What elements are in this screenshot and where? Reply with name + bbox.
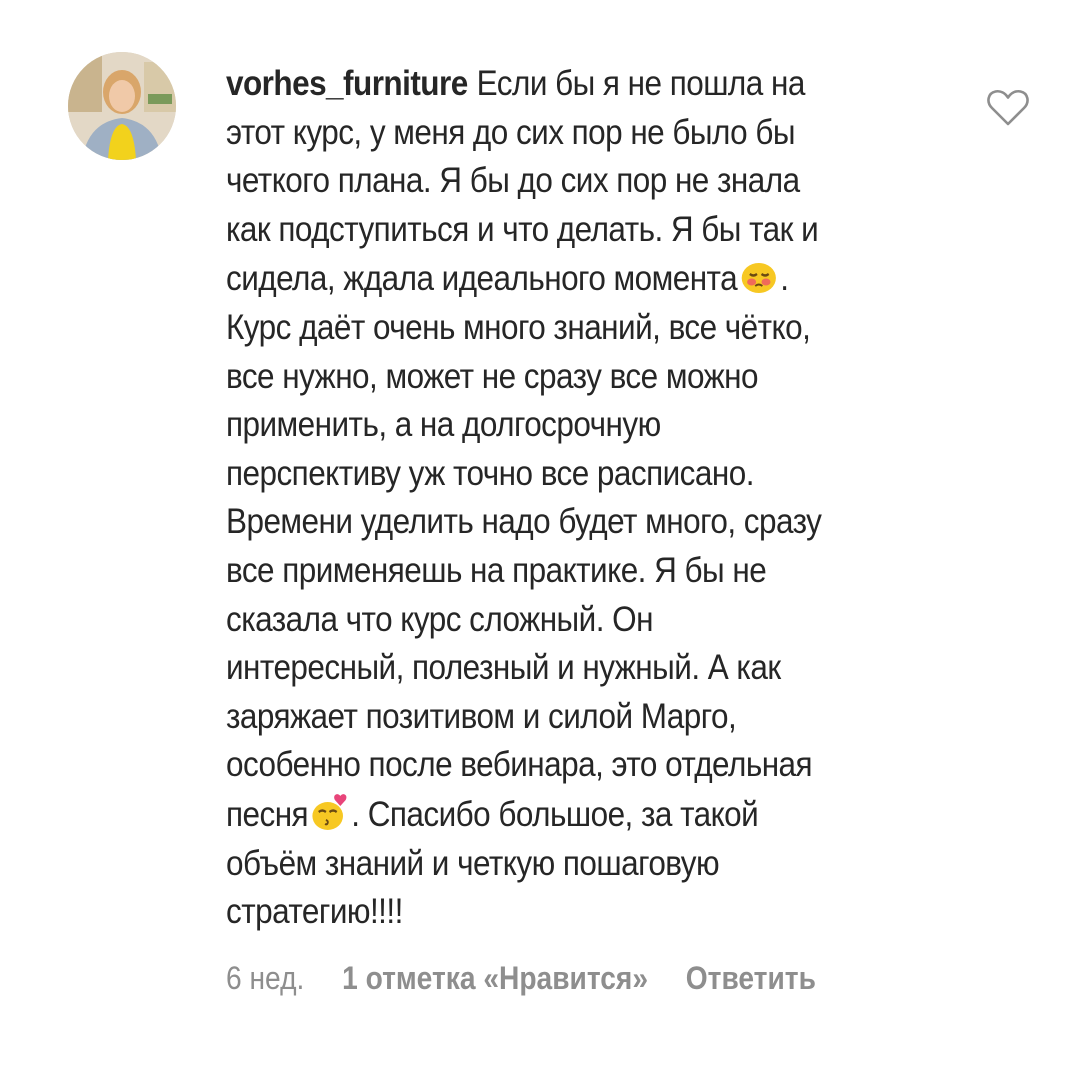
avatar[interactable] bbox=[68, 52, 176, 160]
comment: vorhes_furniture Если бы я не пошла на эт… bbox=[0, 0, 1088, 1068]
comment-line: vorhes_furniture Если бы я не пошла на bbox=[226, 64, 805, 103]
comment-line: как подступиться и что делать. Я бы так … bbox=[226, 209, 819, 249]
comment-meta: 6 нед. 1 отметка «Нравится» Ответить bbox=[226, 960, 846, 997]
like-button[interactable] bbox=[986, 88, 1030, 128]
comment-line: Курс даёт очень много знаний, все чётко, bbox=[226, 307, 811, 347]
comment-line: заряжает позитивом и силой Марго, bbox=[226, 696, 737, 736]
comment-line: стратегию!!!! bbox=[226, 892, 403, 932]
comment-line: этот курс, у меня до сих пор не было бы bbox=[226, 112, 796, 152]
likes-count-link[interactable]: 1 отметка «Нравится» bbox=[342, 960, 648, 997]
comment-line: особенно после вебинара, это отдельная bbox=[226, 745, 813, 785]
reply-button[interactable]: Ответить bbox=[686, 960, 816, 997]
comment-line: все применяешь на практике. Я бы не bbox=[226, 550, 767, 590]
kiss-face-emoji bbox=[312, 794, 347, 830]
comment-line: интересный, полезный и нужный. А как bbox=[226, 648, 781, 688]
comment-line: все нужно, может не сразу все можно bbox=[226, 356, 758, 396]
comment-line: сказала что курс сложный. Он bbox=[226, 599, 653, 639]
comment-line: песня. Спасибо большое, за такой bbox=[226, 790, 892, 840]
comment-line: Времени уделить надо будет много, сразу bbox=[226, 502, 822, 542]
sad-face-emoji bbox=[741, 263, 776, 294]
avatar-photo bbox=[68, 52, 176, 160]
heart-icon bbox=[987, 89, 1029, 126]
comment-line: применить, а на долгосрочную bbox=[226, 405, 661, 445]
comment-text: vorhes_furniture Если бы я не пошла на эт… bbox=[226, 60, 892, 937]
comment-line: четкого плана. Я бы до сих пор не знала bbox=[226, 161, 800, 201]
comment-line: объём знаний и четкую пошаговую bbox=[226, 843, 720, 883]
timestamp: 6 нед. bbox=[226, 960, 305, 996]
comment-line: перспективу уж точно все расписано. bbox=[226, 453, 754, 493]
username-link[interactable]: vorhes_furniture bbox=[226, 64, 468, 103]
comment-line: сидела, ждала идеального момента. bbox=[226, 254, 892, 304]
